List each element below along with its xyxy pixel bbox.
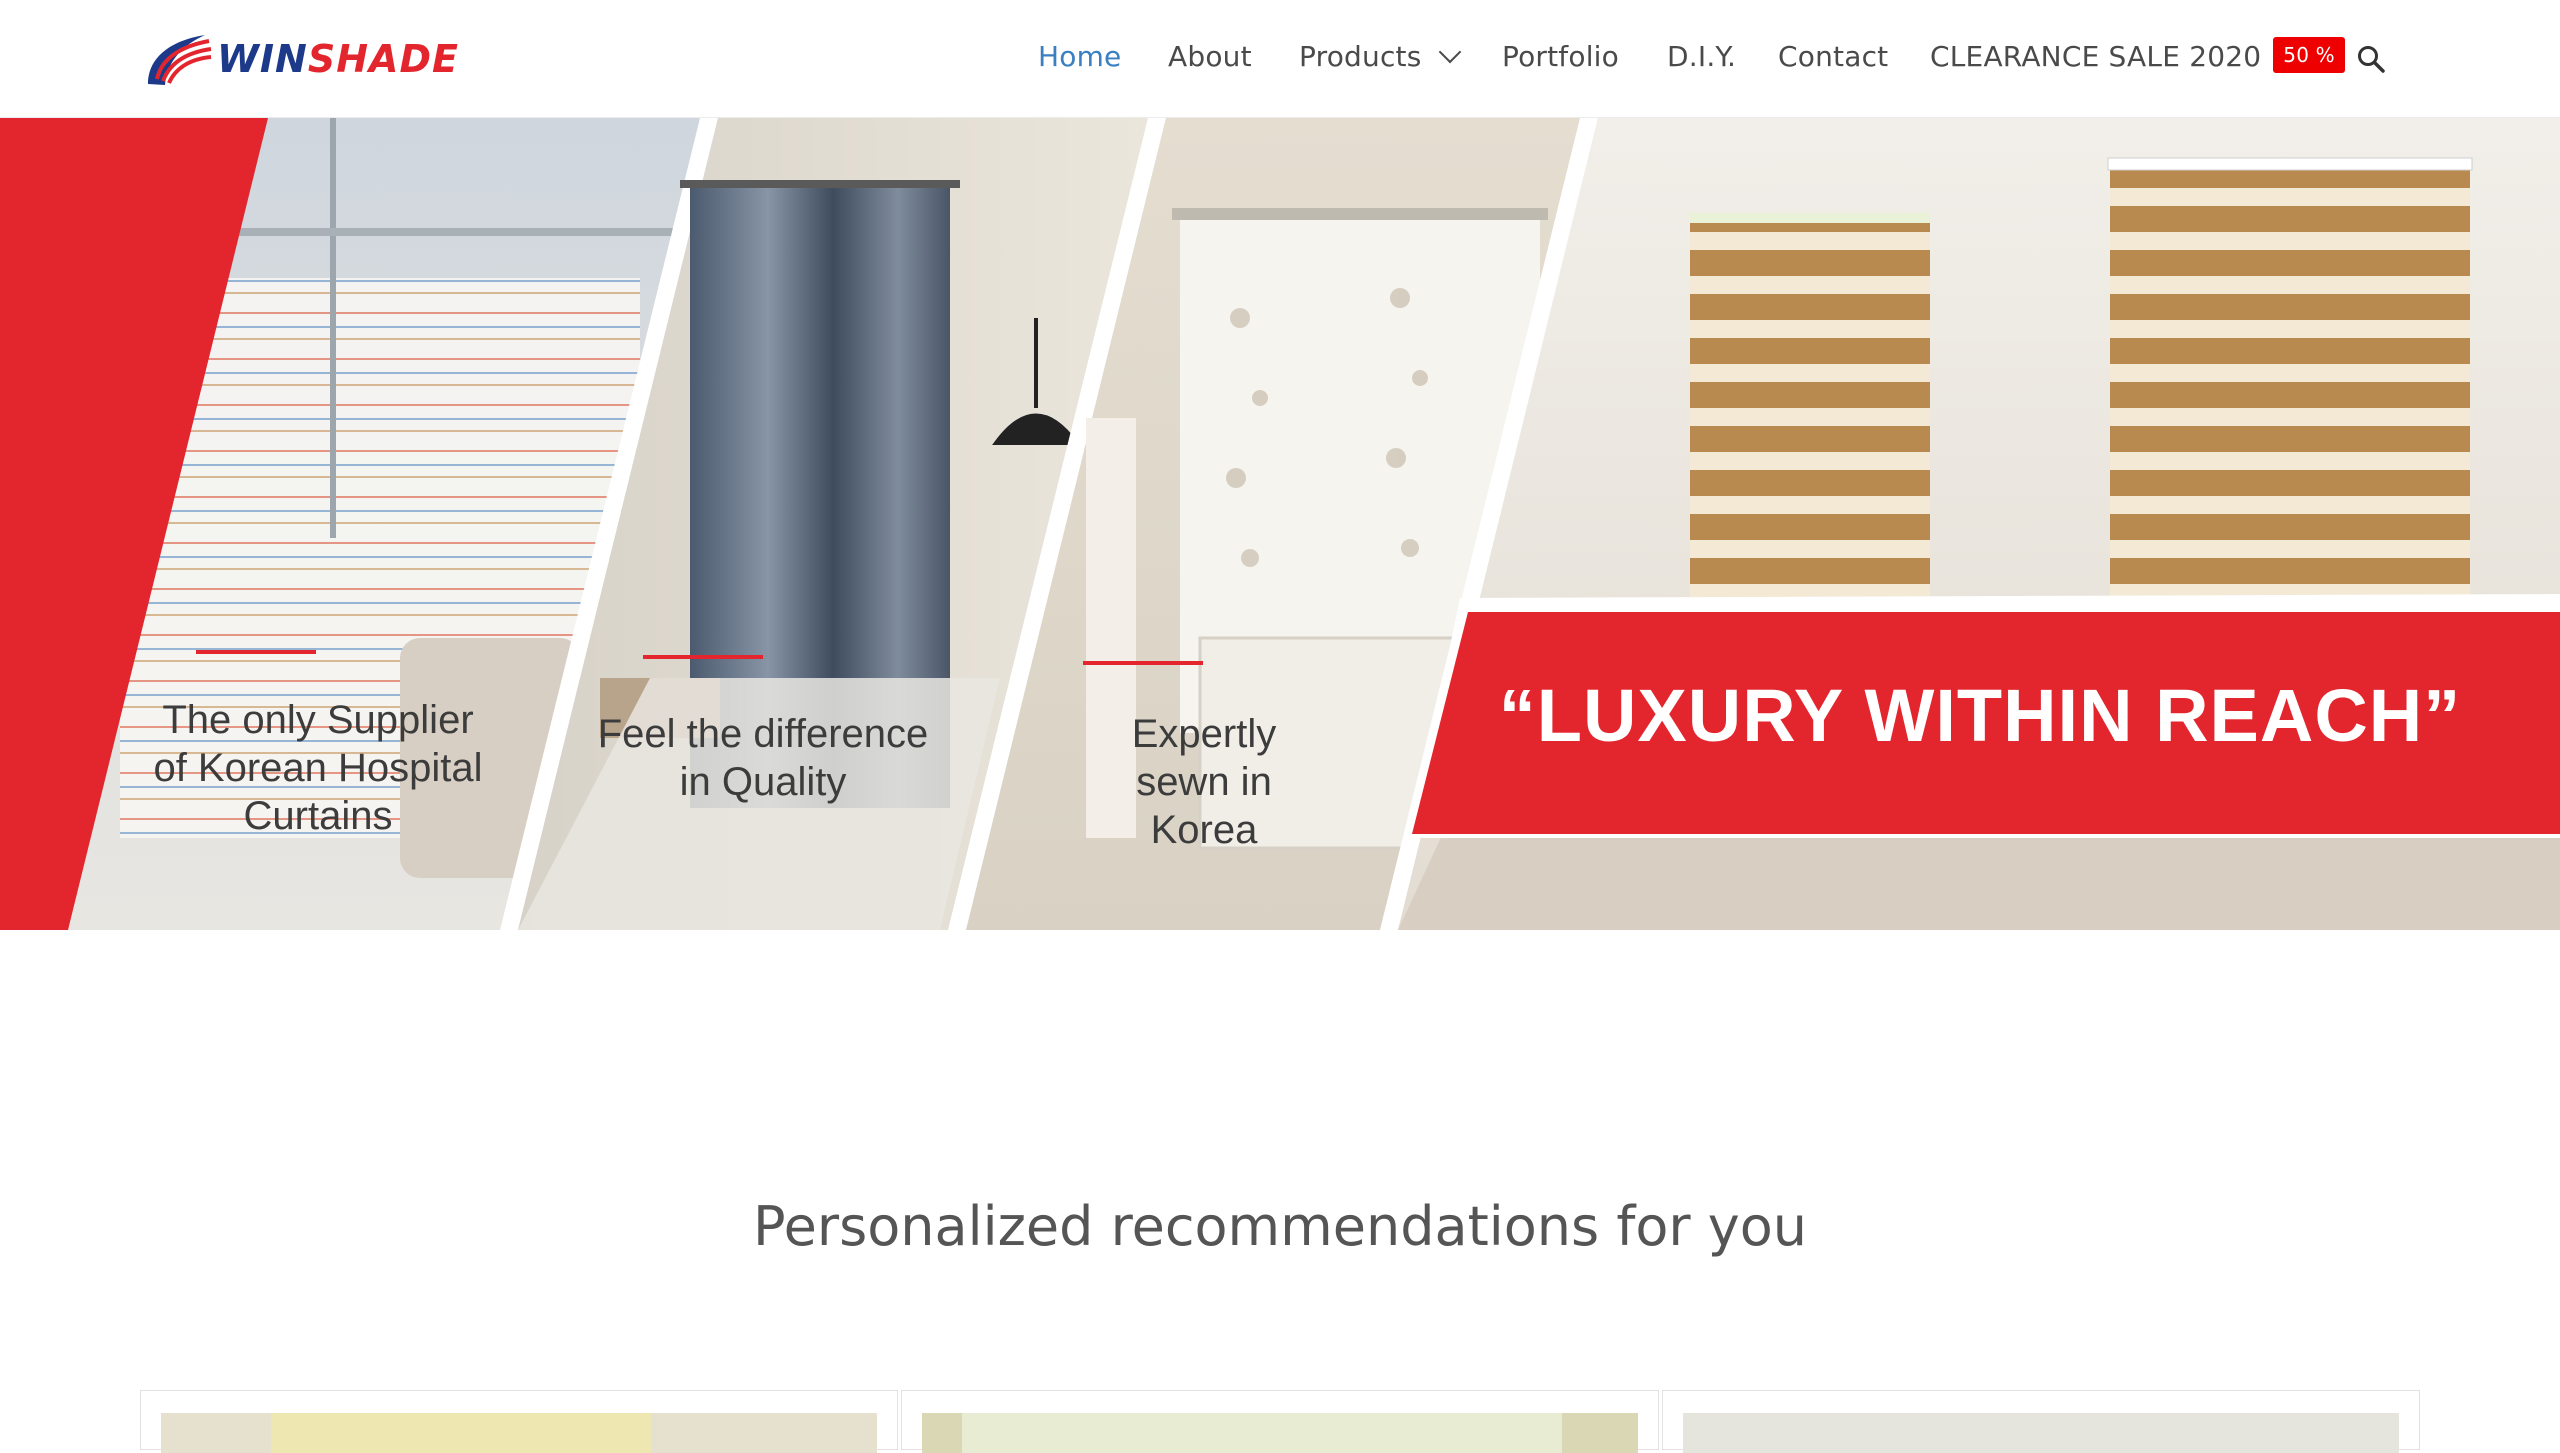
nav-about[interactable]: About [1168, 40, 1252, 73]
hero-slogan: “LUXURY WITHIN REACH” [1498, 674, 2462, 757]
recommendation-card-2[interactable] [901, 1390, 1659, 1453]
nav-products-label: Products [1299, 40, 1422, 73]
recommendation-card-1-image [161, 1413, 877, 1453]
hero-panel-1-text: The only Supplier of Korean Hospital Cur… [153, 698, 483, 838]
nav-home[interactable]: Home [1038, 40, 1122, 73]
nav-clearance-label: CLEARANCE SALE 2020 [1930, 40, 2262, 73]
logo-mark-icon [148, 35, 212, 85]
hero-panel-3-text: Expertly sewn in Korea [1131, 712, 1277, 852]
recommendation-card-3[interactable] [1662, 1390, 2420, 1453]
logo[interactable]: WINSHADE [143, 26, 459, 92]
panel-3-accent-line [1083, 661, 1203, 665]
nav-clearance-sale[interactable]: CLEARANCE SALE 2020 50 % [1930, 37, 2345, 77]
site-header: WINSHADE Home About Products Portfolio D… [0, 0, 2560, 118]
panel-2-accent-line [643, 655, 763, 659]
nav-portfolio[interactable]: Portfolio [1502, 40, 1619, 73]
nav-diy[interactable]: D.I.Y. [1667, 40, 1736, 73]
recommendation-card-2-image [922, 1413, 1638, 1453]
chevron-down-icon[interactable] [1438, 40, 1461, 64]
search-icon[interactable] [2355, 43, 2387, 75]
sale-badge: 50 % [2273, 37, 2345, 73]
recommendation-card-3-image [1683, 1413, 2399, 1453]
hero-panel-2-text: Feel the difference in Quality [597, 712, 929, 804]
recommendation-card-1[interactable] [140, 1390, 898, 1453]
recommendations-title: Personalized recommendations for you [753, 1194, 1807, 1258]
hero-banner[interactable]: The only Supplier of Korean Hospital Cur… [0, 118, 2560, 930]
nav-contact[interactable]: Contact [1778, 40, 1888, 73]
panel-1-accent-line [196, 650, 316, 654]
logo-wordmark: WINSHADE [217, 37, 459, 81]
nav-products[interactable]: Products [1299, 40, 1461, 73]
